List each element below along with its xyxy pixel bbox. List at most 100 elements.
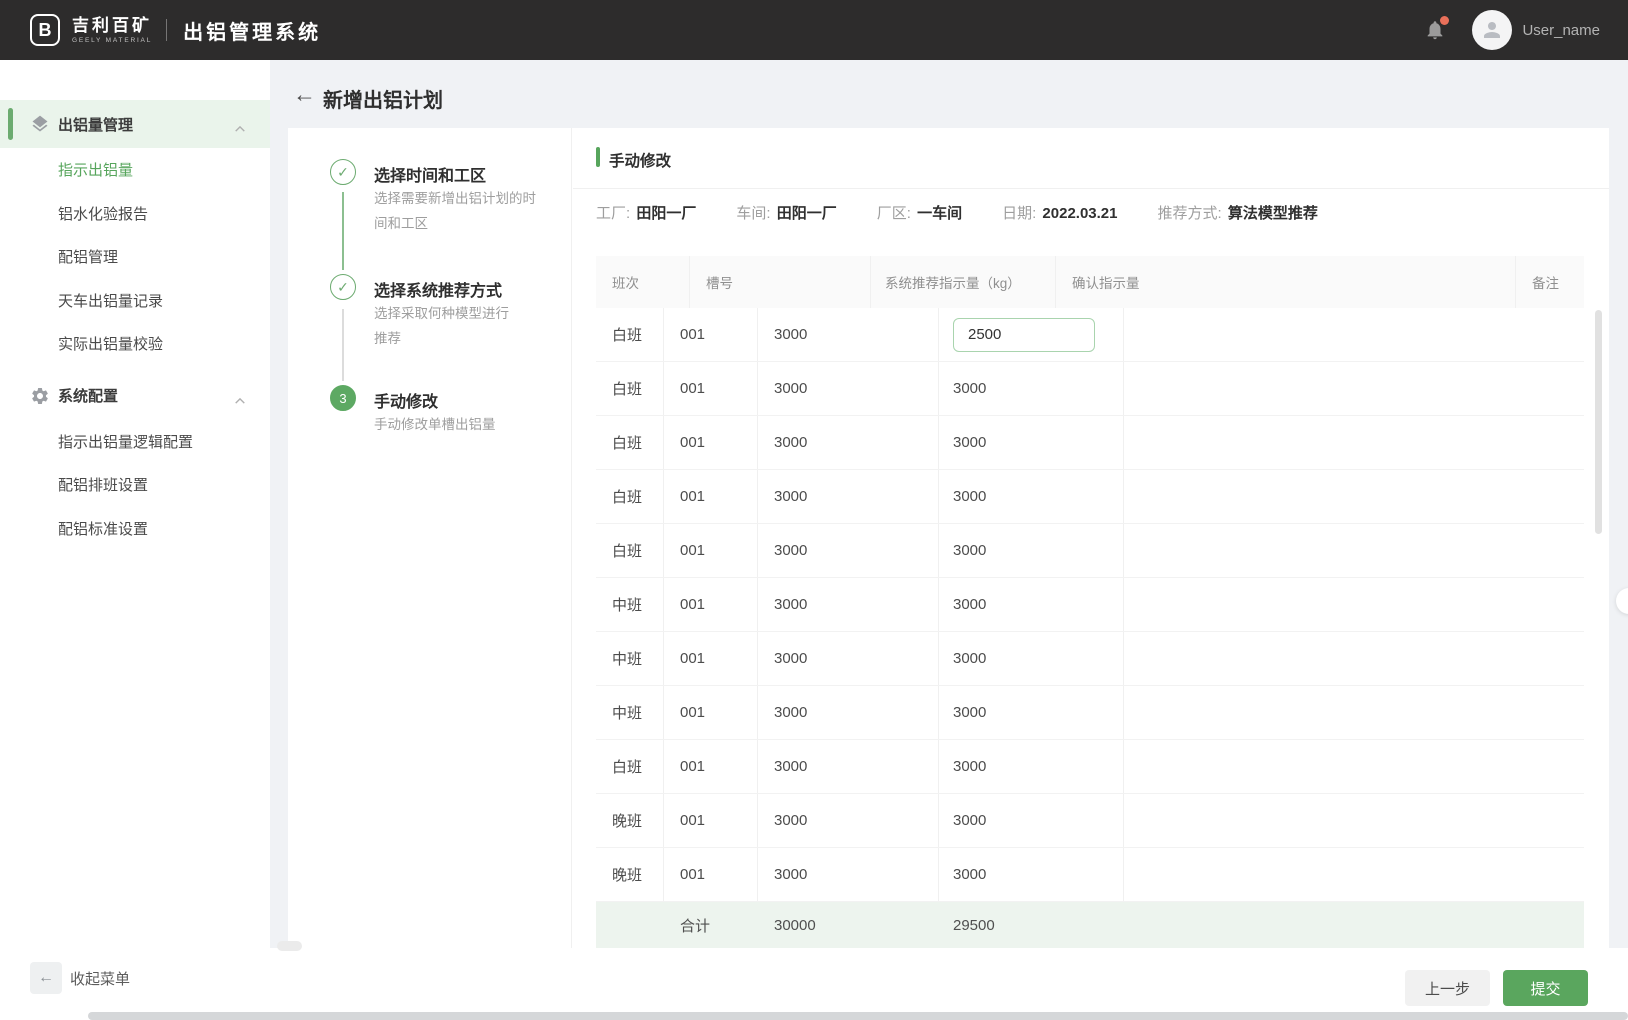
confirmed-value: 3000: [953, 434, 986, 451]
user-name[interactable]: User_name: [1522, 22, 1600, 39]
recommended-cell: 3000: [758, 524, 939, 577]
confirmed-amount-input[interactable]: [953, 318, 1095, 352]
step-title: 选择时间和工区: [374, 162, 486, 186]
shift-cell: 中班: [596, 578, 664, 631]
info-label: 日期:: [1002, 205, 1036, 222]
table-row: 中班 001 3000 3000: [596, 632, 1584, 686]
table-header-cell: 系统推荐指示量（kg）: [871, 256, 1056, 308]
slot-cell: 001: [664, 848, 758, 901]
step-connector: [342, 192, 344, 270]
step-circle-icon: 3: [330, 385, 356, 411]
sidebar-item-label: 指示出铝量: [58, 159, 133, 180]
remark-cell: [1124, 740, 1584, 793]
sidebar-group-1: 指示出铝量 铝水化验报告 配铝管理 天车出铝量记录 实际出铝量校验: [0, 148, 270, 366]
avatar[interactable]: [1472, 10, 1512, 50]
recommended-cell: 3000: [758, 794, 939, 847]
brand-divider: [166, 19, 167, 41]
brand-name: 吉利百矿: [72, 16, 152, 35]
slot-cell: 001: [664, 794, 758, 847]
back-arrow-icon[interactable]: ←: [293, 81, 316, 108]
sidebar-item[interactable]: 天车出铝量记录: [0, 279, 270, 323]
brand-block: 吉利百矿 GEELY MATERIAL: [72, 16, 152, 44]
info-label: 推荐方式:: [1158, 205, 1222, 222]
plan-table: 班次 槽号 系统推荐指示量（kg） 确认指示量 备注 白班 001 3000: [596, 256, 1584, 948]
sidebar-item[interactable]: 配铝管理: [0, 235, 270, 279]
sidebar-item[interactable]: 指示出铝量逻辑配置: [0, 420, 270, 464]
recommended-cell: 3000: [758, 632, 939, 685]
shift-cell: 白班: [596, 416, 664, 469]
remark-cell: [1124, 416, 1584, 469]
submit-button[interactable]: 提交: [1503, 970, 1588, 1006]
confirmed-value: 3000: [953, 704, 986, 721]
remark-cell: [1124, 524, 1584, 577]
gear-icon: [30, 386, 50, 406]
sidebar-item[interactable]: 指示出铝量: [0, 148, 270, 192]
window-horizontal-scrollbar[interactable]: [88, 1012, 1628, 1020]
page-title: 新增出铝计划: [323, 84, 443, 113]
sidebar: 出铝量管理 指示出铝量 铝水化验报告 配铝管理 天车出铝量记录 实际出铝量校验: [0, 60, 270, 948]
summary-recommended-total: 30000: [758, 902, 939, 948]
content-card: 选择时间和工区 选择需要新增出铝计划的时 间和工区 选择系统推荐方式 选择采取何…: [288, 128, 1609, 948]
slot-cell: 001: [664, 524, 758, 577]
shift-cell: 中班: [596, 686, 664, 739]
confirmed-cell: 3000: [939, 686, 1124, 739]
step-circle-icon: [330, 159, 356, 185]
table-header-row: 班次 槽号 系统推荐指示量（kg） 确认指示量 备注: [596, 256, 1584, 308]
remark-cell: [1124, 362, 1584, 415]
confirmed-cell: 3000: [939, 470, 1124, 523]
table-row: 白班 001 3000 3000: [596, 416, 1584, 470]
footer-bar: ← 收起菜单 上一步 提交: [0, 948, 1628, 1020]
table-row: 白班 001 3000 3000: [596, 362, 1584, 416]
sidebar-item[interactable]: 实际出铝量校验: [0, 322, 270, 366]
confirmed-value: 3000: [953, 542, 986, 559]
recommended-cell: 3000: [758, 848, 939, 901]
info-item: 车间: 田阳一厂: [736, 202, 836, 223]
confirmed-value: 3000: [953, 866, 986, 883]
shift-cell: 白班: [596, 740, 664, 793]
confirmed-cell: 3000: [939, 416, 1124, 469]
remark-cell: [1124, 632, 1584, 685]
brand-name-en: GEELY MATERIAL: [72, 37, 152, 44]
confirmed-cell: 3000: [939, 632, 1124, 685]
sidebar-section-aluminum-output[interactable]: 出铝量管理: [0, 100, 270, 148]
table-scrollbar-thumb[interactable]: [1595, 310, 1602, 534]
step-description: 选择采取何种模型进行 推荐: [374, 301, 574, 351]
notification-badge: [1440, 16, 1449, 25]
table-header-cell: 班次: [596, 256, 690, 308]
floating-widget[interactable]: [1616, 588, 1628, 614]
notification-bell-icon[interactable]: [1424, 19, 1446, 41]
info-item: 工厂: 田阳一厂: [596, 202, 696, 223]
info-value: 一车间: [917, 205, 962, 222]
scrollbar-fragment: [277, 941, 302, 951]
confirmed-cell: 3000: [939, 524, 1124, 577]
step-description: 手动修改单槽出铝量: [374, 412, 574, 437]
chevron-up-icon: [234, 120, 246, 138]
check-icon: [337, 279, 349, 296]
remark-cell: [1124, 470, 1584, 523]
topbar: B 吉利百矿 GEELY MATERIAL 出铝管理系统 User_name: [0, 0, 1628, 60]
sidebar-item[interactable]: 配铝标准设置: [0, 507, 270, 551]
table-header-cell: 确认指示量: [1056, 256, 1516, 308]
collapse-menu-label[interactable]: 收起菜单: [70, 968, 130, 989]
shift-cell: 白班: [596, 470, 664, 523]
layers-icon: [30, 114, 50, 134]
collapse-menu-button[interactable]: ←: [30, 962, 62, 994]
check-icon: [337, 164, 349, 181]
section-title: 手动修改: [609, 149, 671, 171]
recommended-cell: 3000: [758, 740, 939, 793]
table-row: 晚班 001 3000 3000: [596, 848, 1584, 902]
confirmed-cell: 3000: [939, 578, 1124, 631]
sidebar-item[interactable]: 配铝排班设置: [0, 463, 270, 507]
sidebar-item-label: 配铝标准设置: [58, 518, 148, 539]
info-label: 厂区:: [877, 205, 911, 222]
summary-label: 合计: [664, 902, 758, 948]
previous-step-button[interactable]: 上一步: [1405, 970, 1490, 1006]
sidebar-item-label: 天车出铝量记录: [58, 290, 163, 311]
shift-cell: 晚班: [596, 794, 664, 847]
sidebar-group-2: 指示出铝量逻辑配置 配铝排班设置 配铝标准设置: [0, 420, 270, 551]
table-row: 中班 001 3000 3000: [596, 686, 1584, 740]
sidebar-item-label: 铝水化验报告: [58, 203, 148, 224]
sidebar-item[interactable]: 铝水化验报告: [0, 192, 270, 236]
sidebar-section-label: 出铝量管理: [58, 114, 133, 135]
sidebar-section-system-config[interactable]: 系统配置: [0, 372, 270, 420]
